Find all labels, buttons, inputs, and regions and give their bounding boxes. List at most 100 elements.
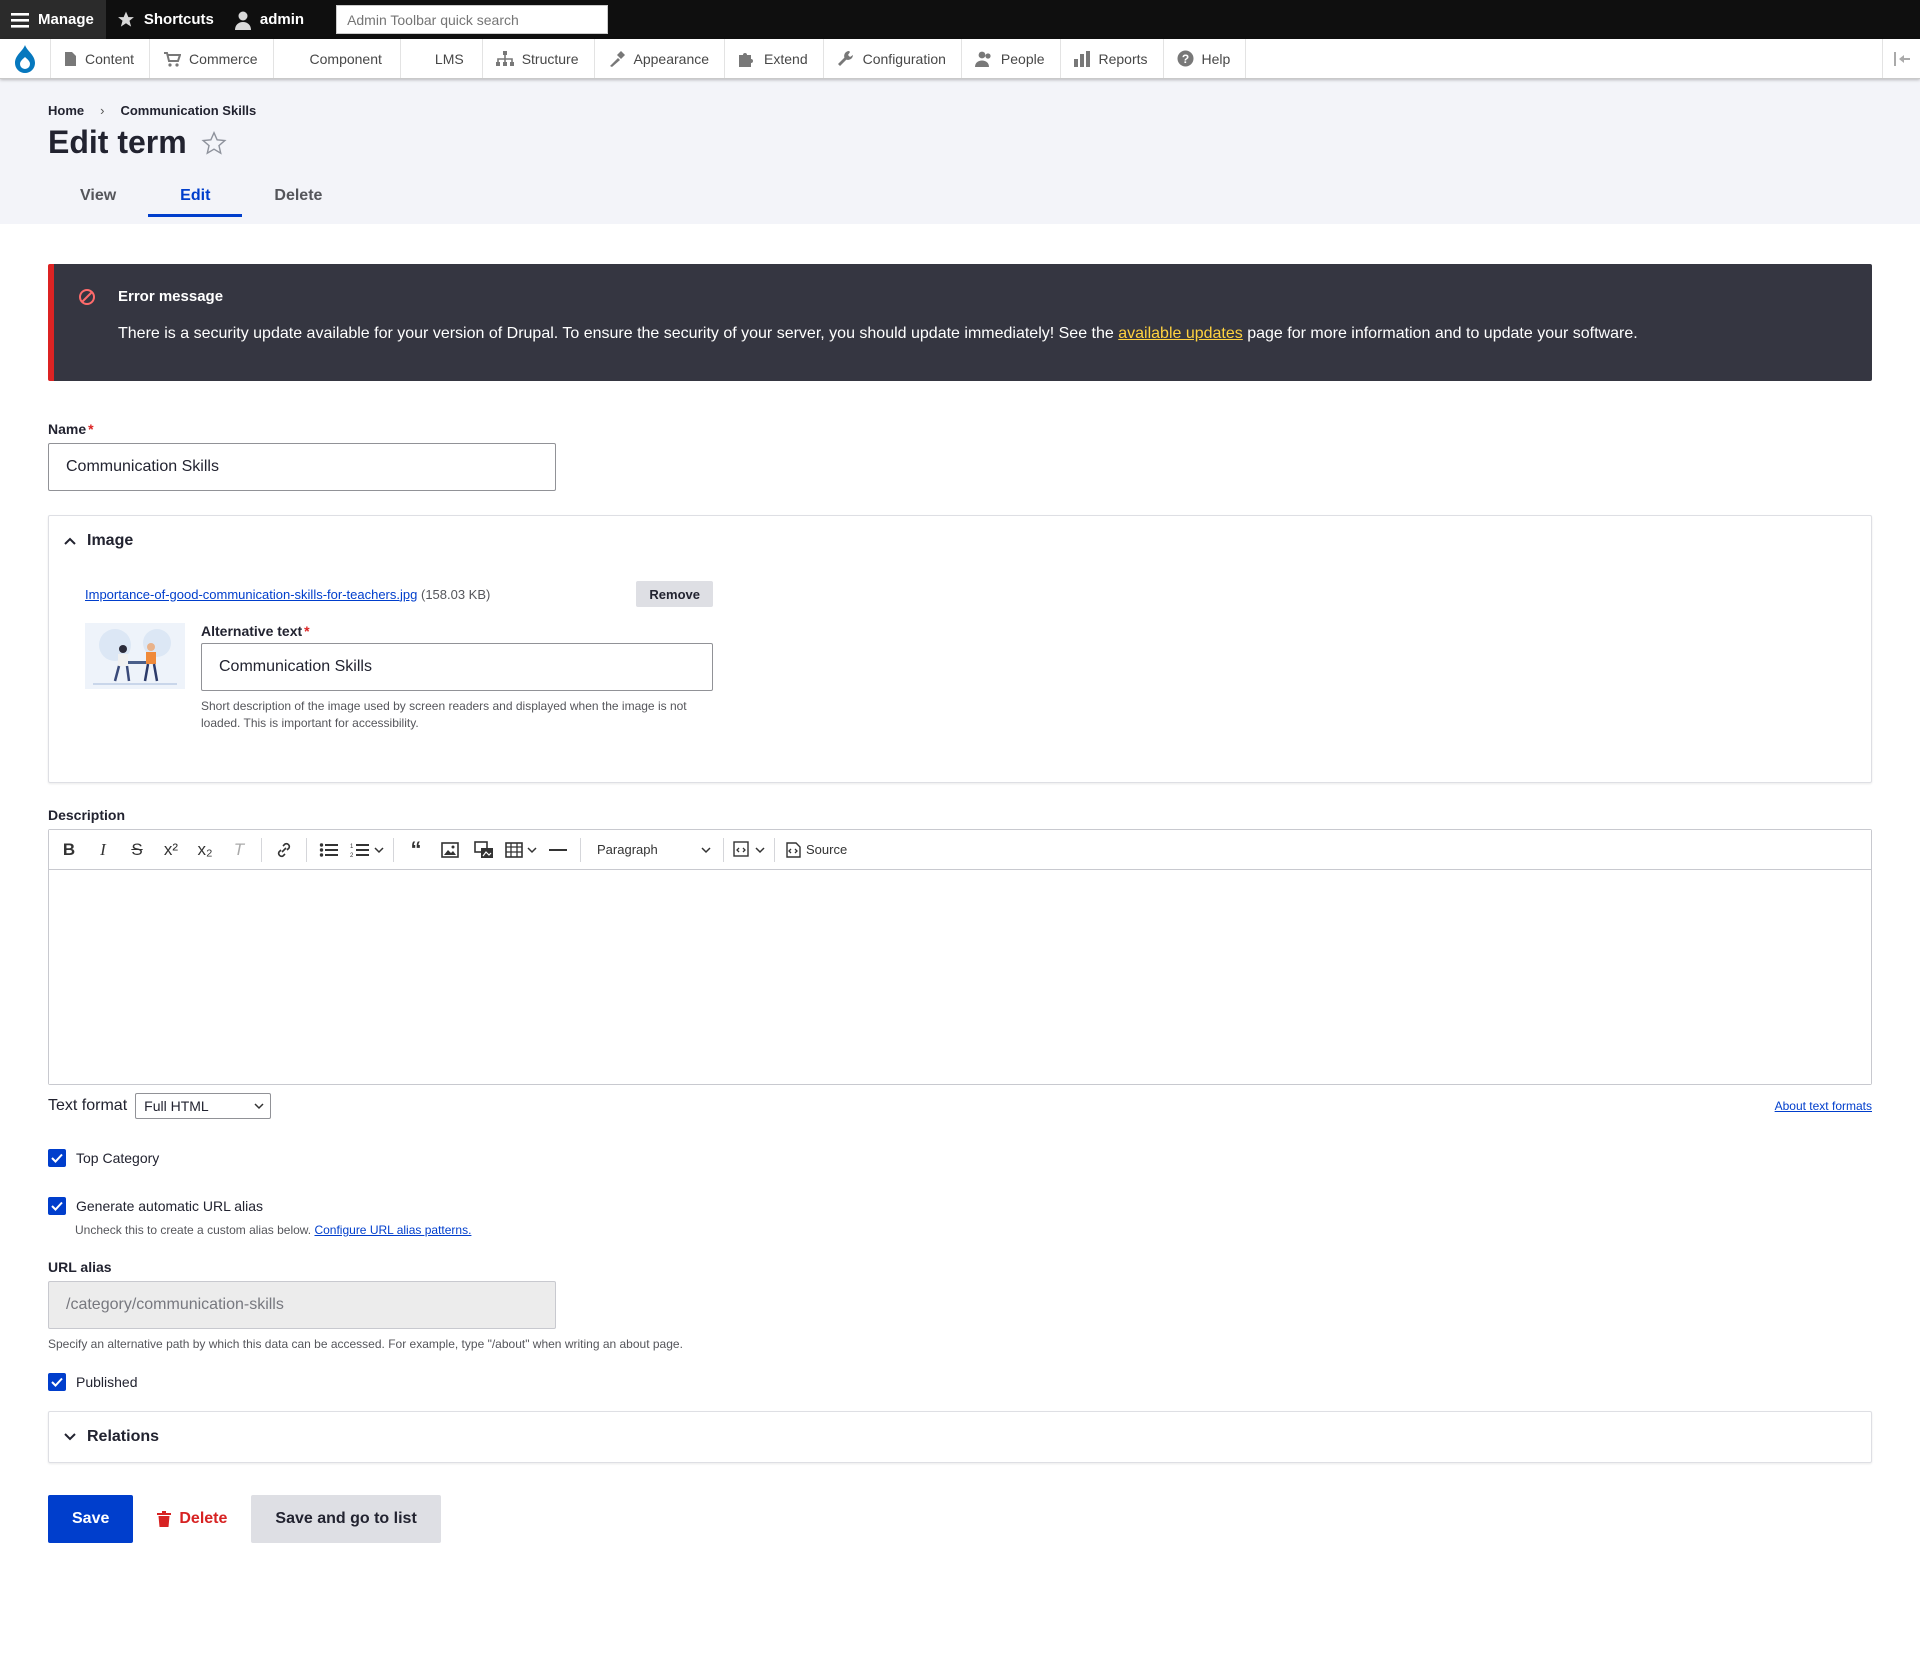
delete-button[interactable]: Delete: [145, 1495, 239, 1543]
tray-item-help[interactable]: ? Help: [1164, 39, 1247, 78]
user-button[interactable]: admin: [224, 0, 314, 39]
tray-item-reports[interactable]: Reports: [1061, 39, 1164, 78]
available-updates-link[interactable]: available updates: [1118, 325, 1243, 342]
error-icon: [79, 289, 95, 305]
superscript-icon[interactable]: x²: [155, 834, 187, 866]
tray-item-people[interactable]: People: [962, 39, 1061, 78]
drupal-logo[interactable]: [0, 39, 50, 78]
text-format-label: Text format: [48, 1097, 128, 1114]
title-row: Edit term: [48, 124, 1872, 161]
tray-item-lms[interactable]: LMS: [401, 39, 483, 78]
tab-view[interactable]: View: [48, 175, 148, 217]
image-preview-row: Alternative text* Short description of t…: [85, 623, 1835, 732]
breadcrumb-home[interactable]: Home: [48, 103, 84, 118]
toolbar-search[interactable]: [336, 5, 609, 34]
wrench-icon: [837, 51, 853, 66]
image-widget: Importance-of-good-communication-skills-…: [49, 566, 1871, 732]
trash-icon: [157, 1511, 172, 1527]
media-insert-icon[interactable]: [468, 834, 500, 866]
configure-url-alias-link[interactable]: Configure URL alias patterns.: [314, 1223, 471, 1237]
breadcrumb-current[interactable]: Communication Skills: [120, 103, 256, 118]
tray-item-structure[interactable]: Structure: [483, 39, 595, 78]
alt-text-input[interactable]: [217, 657, 697, 677]
page-icon: [65, 51, 76, 66]
image-insert-icon[interactable]: [434, 834, 466, 866]
subscript-icon[interactable]: x₂: [189, 834, 221, 866]
tray-item-appearance[interactable]: Appearance: [595, 39, 726, 78]
about-text-formats-link[interactable]: About text formats: [1775, 1099, 1872, 1113]
source-button[interactable]: Source: [781, 834, 850, 866]
editor-toolbar: B I S x² x₂ T 12 “ Paragraph Source: [49, 830, 1871, 870]
save-button[interactable]: Save: [48, 1495, 134, 1543]
relations-fieldset-header[interactable]: Relations: [49, 1412, 1871, 1462]
heading-dropdown-value: Paragraph: [597, 842, 658, 857]
published-row: Published: [48, 1373, 1872, 1391]
url-auto-checkbox[interactable]: [48, 1197, 66, 1215]
text-format-select[interactable]: Full HTML: [135, 1093, 272, 1119]
url-alias-input[interactable]: [64, 1295, 540, 1315]
alt-text-input-box[interactable]: [201, 643, 713, 691]
checkmark-icon: [51, 1377, 63, 1387]
code-block-icon[interactable]: [730, 834, 768, 866]
url-auto-label: Generate automatic URL alias: [76, 1198, 264, 1214]
url-auto-row: Generate automatic URL alias: [48, 1197, 1872, 1215]
remove-button[interactable]: Remove: [636, 581, 713, 607]
tray-item-extend[interactable]: Extend: [725, 39, 824, 78]
tray-label: Help: [1201, 50, 1231, 67]
name-label-text: Name: [48, 421, 87, 437]
chevron-down-icon: [254, 1103, 264, 1110]
svg-text:?: ?: [1181, 52, 1188, 66]
tray-label: Content: [85, 50, 135, 67]
file-link[interactable]: Importance-of-good-communication-skills-…: [85, 587, 417, 602]
checkmark-icon: [51, 1153, 63, 1163]
star-outline-icon[interactable]: [201, 130, 227, 156]
link-icon[interactable]: [268, 834, 300, 866]
url-alias-input-box[interactable]: [48, 1281, 556, 1329]
heading-dropdown[interactable]: Paragraph: [587, 834, 717, 866]
tray-label: Commerce: [189, 50, 258, 67]
published-checkbox[interactable]: [48, 1373, 66, 1391]
italic-icon[interactable]: I: [87, 834, 119, 866]
horizontal-line-icon[interactable]: [542, 834, 574, 866]
url-alias-field: URL alias Specify an alternative path by…: [48, 1259, 1872, 1351]
tray-item-component[interactable]: Component: [274, 39, 401, 78]
tab-delete[interactable]: Delete: [242, 175, 354, 217]
shortcuts-label: Shortcuts: [143, 11, 214, 28]
alt-text-label-text: Alternative text: [201, 623, 303, 639]
tray-item-commerce[interactable]: Commerce: [150, 39, 274, 78]
shortcuts-button[interactable]: Shortcuts: [106, 0, 224, 39]
bulleted-list-icon[interactable]: [313, 834, 345, 866]
numbered-list-icon[interactable]: 12: [347, 834, 387, 866]
strikethrough-icon[interactable]: S: [121, 834, 153, 866]
tab-edit[interactable]: Edit: [148, 175, 243, 217]
editor-content-area[interactable]: [49, 870, 1871, 1084]
bold-icon[interactable]: B: [53, 834, 85, 866]
tray-collapse-button[interactable]: [1882, 39, 1920, 78]
save-and-list-button[interactable]: Save and go to list: [251, 1495, 441, 1543]
file-row: Importance-of-good-communication-skills-…: [85, 581, 713, 607]
admin-tray: Content Commerce Component LMS Structure…: [0, 39, 1920, 79]
name-input[interactable]: [64, 457, 540, 477]
description-label: Description: [48, 807, 126, 823]
bar-chart-icon: [1073, 50, 1090, 67]
image-fieldset-header[interactable]: Image: [49, 516, 1871, 566]
tray-item-content[interactable]: Content: [50, 39, 151, 78]
alt-text-label: Alternative text *: [201, 623, 721, 639]
table-icon[interactable]: [502, 834, 540, 866]
toolbar-separator: [723, 837, 724, 862]
tray-item-configuration[interactable]: Configuration: [824, 39, 962, 78]
manage-button[interactable]: Manage: [0, 0, 106, 39]
top-category-checkbox[interactable]: [48, 1149, 66, 1167]
page-title: Edit term: [48, 124, 187, 160]
toolbar-search-input[interactable]: [345, 10, 600, 29]
blockquote-icon[interactable]: “: [400, 834, 432, 866]
image-legend: Image: [87, 532, 134, 549]
toolbar-separator: [261, 837, 262, 862]
url-alias-help: Specify an alternative path by which thi…: [48, 1337, 683, 1351]
relations-fieldset: Relations: [48, 1411, 1872, 1463]
collapse-left-icon: [1893, 51, 1910, 66]
published-label: Published: [76, 1374, 138, 1390]
chevron-down-icon: [64, 1433, 76, 1441]
remove-format-icon[interactable]: T: [223, 834, 255, 866]
name-input-box[interactable]: [48, 443, 556, 491]
